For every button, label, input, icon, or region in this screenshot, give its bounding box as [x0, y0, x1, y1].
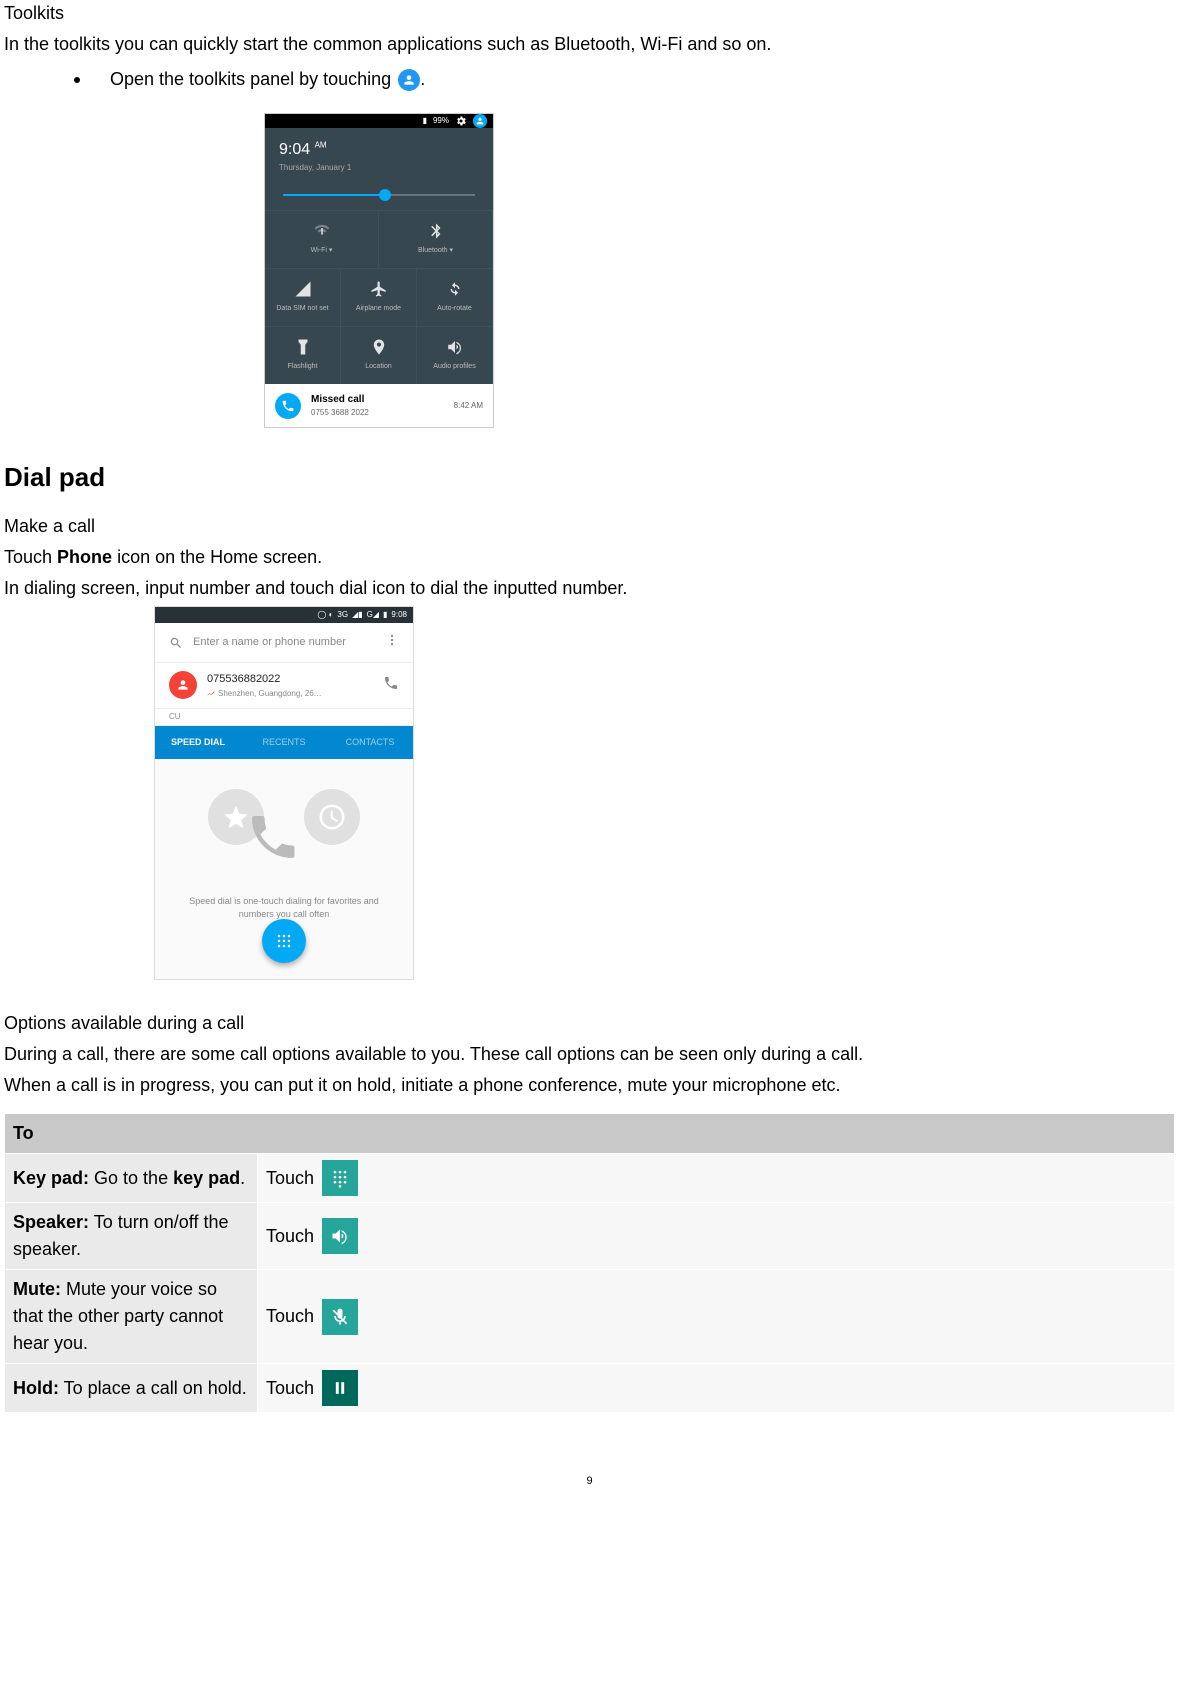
touch-label: Touch: [266, 1375, 314, 1402]
touch-label: Touch: [266, 1303, 314, 1330]
missed-call-title: Missed call: [311, 392, 444, 407]
flashlight-icon: [294, 338, 312, 356]
recent-location: Shenzhen, Guangdong, 26…: [207, 688, 373, 700]
brightness-slider: [265, 180, 493, 210]
auto-rotate-tile: Auto-rotate: [417, 268, 493, 326]
contact-avatar-icon: [169, 671, 197, 699]
bullet-icon: [74, 77, 80, 83]
dialpad-screenshot: ◯ ◐ 3G◢▮G◢▮ 9:08 Enter a name or phone n…: [154, 606, 1175, 980]
toolkits-bullet-row: Open the toolkits panel by touching .: [74, 66, 1175, 93]
recent-number: 075536882022: [207, 671, 373, 688]
location-icon: [370, 338, 388, 356]
dial-tabs: SPEED DIAL RECENTS CONTACTS: [155, 726, 413, 760]
search-icon: [169, 636, 183, 650]
auto-rotate-icon: [446, 280, 464, 298]
hold-icon: [322, 1370, 358, 1406]
tab-recents: RECENTS: [241, 726, 327, 760]
data-sim-tile: Data SIM not set: [265, 268, 341, 326]
airplane-icon: [370, 280, 388, 298]
tab-speed-dial: SPEED DIAL: [155, 726, 241, 760]
avatar-icon: [473, 114, 487, 128]
toolkit-time: 9:04 AM: [279, 138, 479, 162]
toolkits-bullet-suffix: .: [420, 69, 425, 89]
dial-search-row: Enter a name or phone number: [155, 623, 413, 663]
location-tile: Location: [341, 326, 417, 384]
speaker-icon: [322, 1218, 358, 1254]
dialpad-heading: Dial pad: [4, 458, 1175, 497]
table-row: Hold: To place a call on hold. Touch: [5, 1364, 1175, 1413]
table-header: To: [5, 1114, 1175, 1154]
toolkit-battery: 99%: [433, 115, 449, 127]
audio-tile: Audio profiles: [417, 326, 493, 384]
table-row: Mute: Mute your voice so that the other …: [5, 1270, 1175, 1364]
touch-label: Touch: [266, 1223, 314, 1250]
missed-call-notification: Missed call 0755 3688 2022 8:42 AM: [265, 384, 493, 427]
keypad-icon: [322, 1160, 358, 1196]
touch-phone-line: Touch Phone icon on the Home screen.: [4, 544, 1175, 571]
missed-call-icon: [275, 393, 301, 419]
dial-search-placeholder: Enter a name or phone number: [193, 634, 375, 651]
wifi-icon: [313, 222, 331, 240]
page-number: 9: [4, 1473, 1175, 1490]
options-title: Options available during a call: [4, 1010, 1175, 1037]
clock-icon: [304, 789, 360, 845]
audio-icon: [446, 338, 464, 356]
toolkit-status-bar: ▮ 99%: [265, 114, 493, 128]
options-p1: During a call, there are some call optio…: [4, 1041, 1175, 1068]
cu-label: CU: [155, 709, 413, 726]
toolkits-title: Toolkits: [4, 0, 1175, 27]
recent-call-row: 075536882022 Shenzhen, Guangdong, 26…: [155, 663, 413, 709]
user-avatar-icon: [398, 69, 420, 91]
call-icon: [383, 675, 399, 696]
table-row: Speaker: To turn on/off the speaker. Tou…: [5, 1203, 1175, 1270]
missed-call-time: 8:42 AM: [454, 400, 483, 412]
dial-status-bar: ◯ ◐ 3G◢▮G◢▮ 9:08: [155, 607, 413, 623]
tab-contacts: CONTACTS: [327, 726, 413, 760]
signal-icon: [294, 280, 312, 298]
toolkit-date: Thursday, January 1: [279, 162, 479, 174]
speed-dial-text: Speed dial is one-touch dialing for favo…: [155, 895, 413, 920]
toolkits-intro: In the toolkits you can quickly start th…: [4, 31, 1175, 58]
touch-label: Touch: [266, 1165, 314, 1192]
toolkits-bullet-text: Open the toolkits panel by touching: [110, 69, 391, 89]
missed-call-number: 0755 3688 2022: [311, 407, 444, 419]
airplane-tile: Airplane mode: [341, 268, 417, 326]
dialpad-fab-icon: [262, 919, 306, 963]
flashlight-tile: Flashlight: [265, 326, 341, 384]
call-options-table: To Key pad: Go to the key pad. Touch Spe…: [4, 1113, 1175, 1413]
mute-icon: [322, 1299, 358, 1335]
bluetooth-icon: [427, 222, 445, 240]
wifi-tile: Wi-Fi ▾: [265, 210, 379, 268]
dial-screen-line: In dialing screen, input number and touc…: [4, 575, 1175, 602]
make-a-call: Make a call: [4, 513, 1175, 540]
toolkit-screenshot: ▮ 99% 9:04 AM Thursday, January 1 Wi-Fi …: [264, 113, 1175, 428]
phone-illustration-icon: [245, 809, 301, 870]
bluetooth-tile: Bluetooth ▾: [379, 210, 493, 268]
more-icon: [385, 633, 399, 652]
options-p2: When a call is in progress, you can put …: [4, 1072, 1175, 1099]
table-row: Key pad: Go to the key pad. Touch: [5, 1154, 1175, 1203]
gear-icon: [455, 115, 467, 127]
missed-arrow-icon: [207, 690, 215, 698]
